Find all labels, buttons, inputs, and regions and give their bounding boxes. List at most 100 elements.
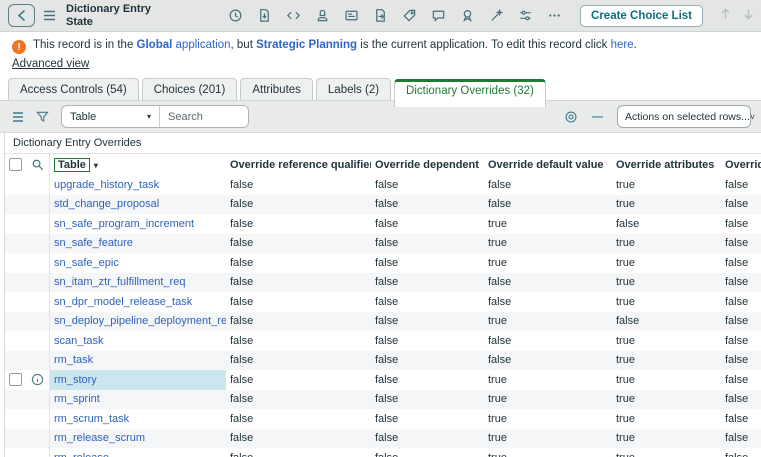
table-row: upgrade_history_task false false false t… <box>5 175 761 195</box>
table-name-link[interactable]: sn_safe_program_increment <box>54 218 194 230</box>
app-header: Dictionary Entry State Create Choice Lis… <box>0 0 761 32</box>
cell-dependent: false <box>375 412 399 425</box>
list-header-row: Table ▾ Override reference qualifier Over… <box>5 154 761 175</box>
cell-default-value: false <box>488 178 512 191</box>
table-name-link[interactable]: rm_sprint <box>54 393 100 405</box>
column-header-table[interactable]: Table ▾ <box>50 157 226 172</box>
table-name-link[interactable]: upgrade_history_task <box>54 179 159 191</box>
more-icon[interactable] <box>547 8 562 23</box>
cell-override-more: false <box>725 393 749 406</box>
cell-default-value: true <box>484 452 612 457</box>
table-row: sn_safe_program_increment false false tr… <box>5 214 761 234</box>
collapse-list-icon[interactable]: — <box>592 111 603 123</box>
strategic-planning-link[interactable]: Strategic Planning <box>256 39 357 51</box>
column-header-default-value[interactable]: Override default value <box>484 159 612 171</box>
cell-dependent: false <box>375 198 399 211</box>
search-row-icon[interactable] <box>31 158 44 171</box>
cell-override-more: false <box>725 412 749 425</box>
cell-dependent: false <box>375 256 399 269</box>
table-name-link[interactable]: rm_scrum_task <box>54 413 129 425</box>
table-name-link[interactable]: sn_itam_ztr_fulfillment_req <box>54 276 185 288</box>
cell-attributes: true <box>616 354 635 367</box>
table-name-link[interactable]: sn_safe_epic <box>54 257 119 269</box>
table-name-link[interactable]: scan_task <box>54 335 104 347</box>
import-doc-icon[interactable] <box>257 8 272 23</box>
stamp-icon[interactable] <box>315 8 330 23</box>
select-all-checkbox[interactable] <box>9 158 22 171</box>
cell-dependent: false <box>371 452 484 457</box>
table-name-link[interactable]: rm_release <box>54 452 109 457</box>
row-gutter <box>5 448 50 457</box>
table-name-link[interactable]: sn_deploy_pipeline_deployment_request <box>54 315 226 327</box>
list-menu-icon[interactable] <box>12 111 24 122</box>
tab-labels-2[interactable]: Labels (2) <box>315 78 392 100</box>
cell-default-value: true <box>488 237 507 250</box>
cell-attributes: true <box>616 373 635 386</box>
table-name-link[interactable]: rm_task <box>54 354 93 366</box>
cell-default-value: true <box>488 393 507 406</box>
tab-dictionary-overrides-32[interactable]: Dictionary Overrides (32) <box>394 79 546 107</box>
list-search-input[interactable] <box>160 106 248 127</box>
tab-attributes[interactable]: Attributes <box>240 78 313 100</box>
cell-attributes: true <box>616 295 635 308</box>
here-link[interactable]: here <box>611 39 634 51</box>
cell-attributes: true <box>616 334 635 347</box>
create-choice-list-button[interactable]: Create Choice List <box>580 4 703 27</box>
cell-default-value: true <box>488 256 507 269</box>
row-gutter <box>5 272 50 292</box>
table-row: rm_task false false false true false <box>5 350 761 370</box>
row-gutter <box>5 253 50 273</box>
wand-icon[interactable] <box>489 8 504 23</box>
table-name-link[interactable]: std_change_proposal <box>54 198 159 210</box>
export-doc-icon[interactable] <box>373 8 388 23</box>
advanced-view-link[interactable]: Advanced view <box>12 58 89 70</box>
global-scope-link[interactable]: Global <box>137 39 173 51</box>
table-name-link[interactable]: rm_release_scrum <box>54 432 145 444</box>
header-icon-strip <box>228 8 562 23</box>
cell-ref-qualifier: false <box>230 393 254 406</box>
row-gutter <box>5 194 50 214</box>
scope-alert-message: This record is in the Global application… <box>33 39 637 51</box>
back-button[interactable] <box>8 4 35 27</box>
context-menu-icon[interactable] <box>43 10 56 21</box>
cell-dependent: false <box>375 217 399 230</box>
tab-choices-201[interactable]: Choices (201) <box>141 78 238 100</box>
cell-attributes: true <box>616 178 635 191</box>
column-header-attributes[interactable]: Override attributes <box>612 159 721 171</box>
form-icon[interactable] <box>344 8 359 23</box>
award-icon[interactable] <box>460 8 475 23</box>
table-name-link[interactable]: sn_dpr_model_release_task <box>54 296 192 308</box>
info-icon[interactable] <box>31 373 44 386</box>
column-header-override-more[interactable]: Override <box>721 159 761 171</box>
cell-attributes: true <box>616 432 635 445</box>
table-row: scan_task false false false true false <box>5 331 761 351</box>
sliders-icon[interactable] <box>518 8 533 23</box>
cell-override-more: false <box>725 295 749 308</box>
table-name-link[interactable]: rm_story <box>54 374 97 386</box>
next-record-icon[interactable] <box>742 7 755 24</box>
cell-attributes: true <box>612 452 721 457</box>
comment-icon[interactable] <box>431 8 446 23</box>
code-icon[interactable] <box>286 8 301 23</box>
row-checkbox[interactable] <box>9 373 22 387</box>
cell-attributes: true <box>616 237 635 250</box>
column-sort-caret-icon: ▾ <box>93 160 98 170</box>
cell-default-value: false <box>488 198 512 211</box>
column-header-dependent[interactable]: Override dependent <box>371 159 484 171</box>
table-row: std_change_proposal false false false tr… <box>5 194 761 214</box>
tag-icon[interactable] <box>402 8 417 23</box>
previous-record-icon[interactable] <box>719 7 732 24</box>
application-link[interactable]: application <box>176 39 231 51</box>
filter-icon[interactable] <box>36 110 49 123</box>
column-header-ref-qualifier[interactable]: Override reference qualifier <box>226 159 371 171</box>
table-name-link[interactable]: sn_safe_feature <box>54 237 133 249</box>
actions-select[interactable]: Actions on selected rows... ˅ <box>617 105 755 128</box>
history-icon[interactable] <box>228 8 243 23</box>
tab-access-controls-54[interactable]: Access Controls (54) <box>8 78 139 100</box>
personalize-list-icon[interactable] <box>564 110 578 124</box>
cell-default-value: true <box>488 373 507 386</box>
cell-override-more: false <box>725 334 749 347</box>
search-field-select[interactable]: Table ▾ <box>62 106 160 127</box>
cell-default-value: false <box>488 354 512 367</box>
record-type: Dictionary Entry <box>66 3 151 15</box>
